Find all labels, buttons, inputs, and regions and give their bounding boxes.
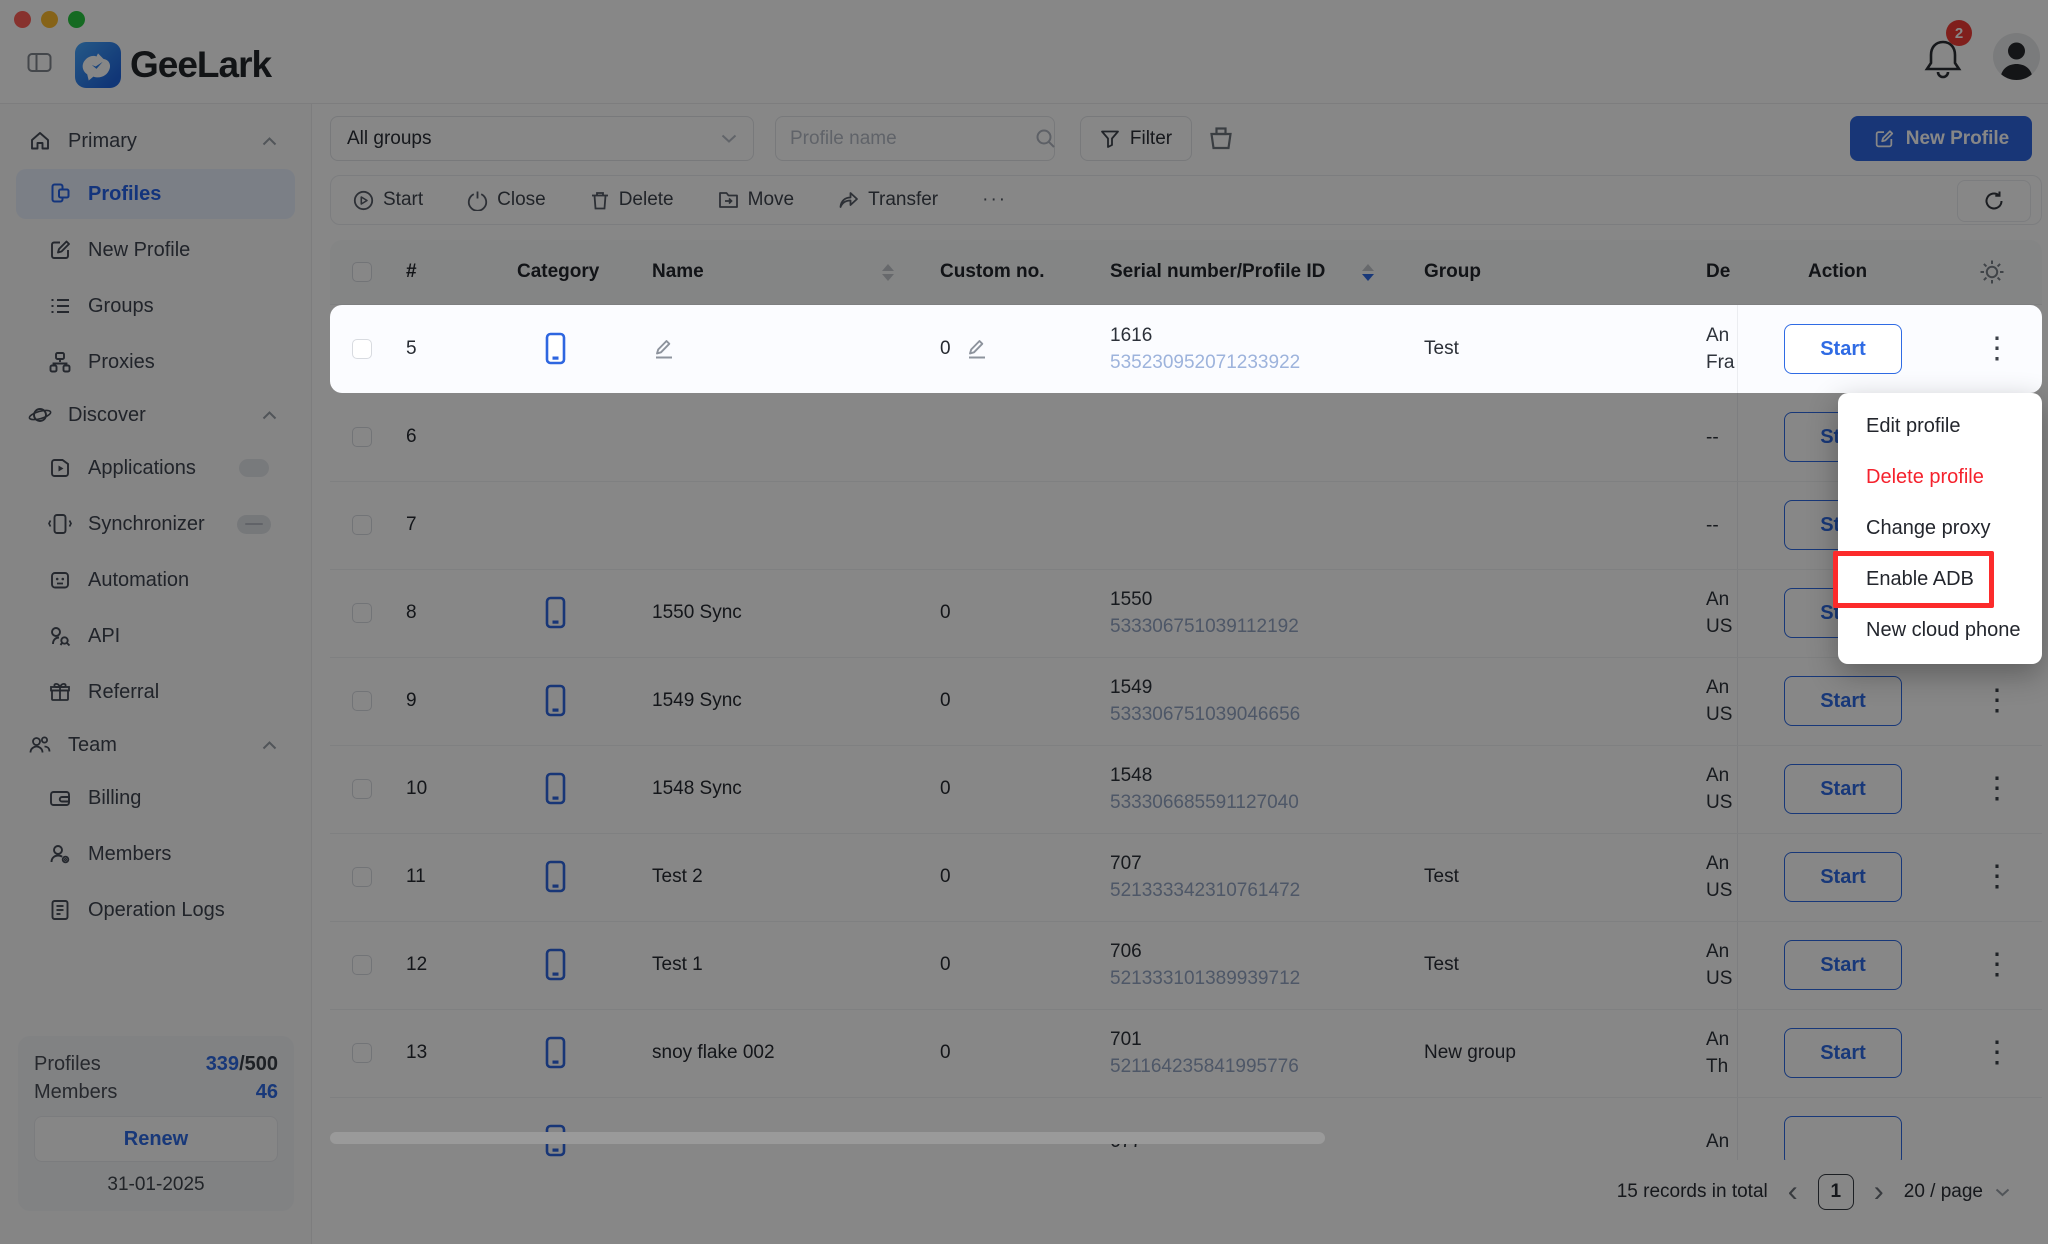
row-checkbox[interactable] bbox=[352, 305, 372, 393]
menu-item-change-proxy[interactable]: Change proxy bbox=[1838, 503, 2042, 554]
cloud-phone-category-icon bbox=[544, 305, 568, 393]
device-cell: AnFra bbox=[1706, 305, 1740, 393]
profile-id: 535230952071233922 bbox=[1110, 349, 1300, 376]
edit-name-icon[interactable] bbox=[652, 305, 676, 393]
serial-cell: 1616535230952071233922 bbox=[1110, 305, 1300, 393]
row-more-actions-icon[interactable]: ⋮ bbox=[1982, 305, 2012, 393]
row-context-menu: Edit profile Delete profile Change proxy… bbox=[1838, 393, 2042, 664]
menu-item-delete-profile[interactable]: Delete profile bbox=[1838, 452, 2042, 503]
start-button[interactable]: Start bbox=[1784, 305, 1902, 393]
custom-no-cell: 0 bbox=[940, 305, 989, 393]
serial-number: 1616 bbox=[1110, 322, 1152, 349]
dim-overlay bbox=[0, 0, 2048, 1244]
menu-item-new-cloud-phone[interactable]: New cloud phone bbox=[1838, 605, 2042, 656]
geelark-app-window: GeeLark 2 Primary Profiles New Profile G… bbox=[0, 0, 2048, 1244]
row-number: 5 bbox=[406, 305, 417, 393]
menu-item-edit-profile[interactable]: Edit profile bbox=[1838, 401, 2042, 452]
custom-no-value: 0 bbox=[940, 338, 951, 360]
menu-item-enable-adb[interactable]: Enable ADB bbox=[1838, 554, 2042, 605]
horizontal-scrollbar[interactable] bbox=[330, 1132, 1325, 1144]
group-cell: Test bbox=[1424, 305, 1459, 393]
edit-custom-no-icon[interactable] bbox=[965, 337, 989, 361]
table-row-selected[interactable]: 5 0 1616535230952071233922 Test AnFra St… bbox=[330, 305, 2042, 393]
